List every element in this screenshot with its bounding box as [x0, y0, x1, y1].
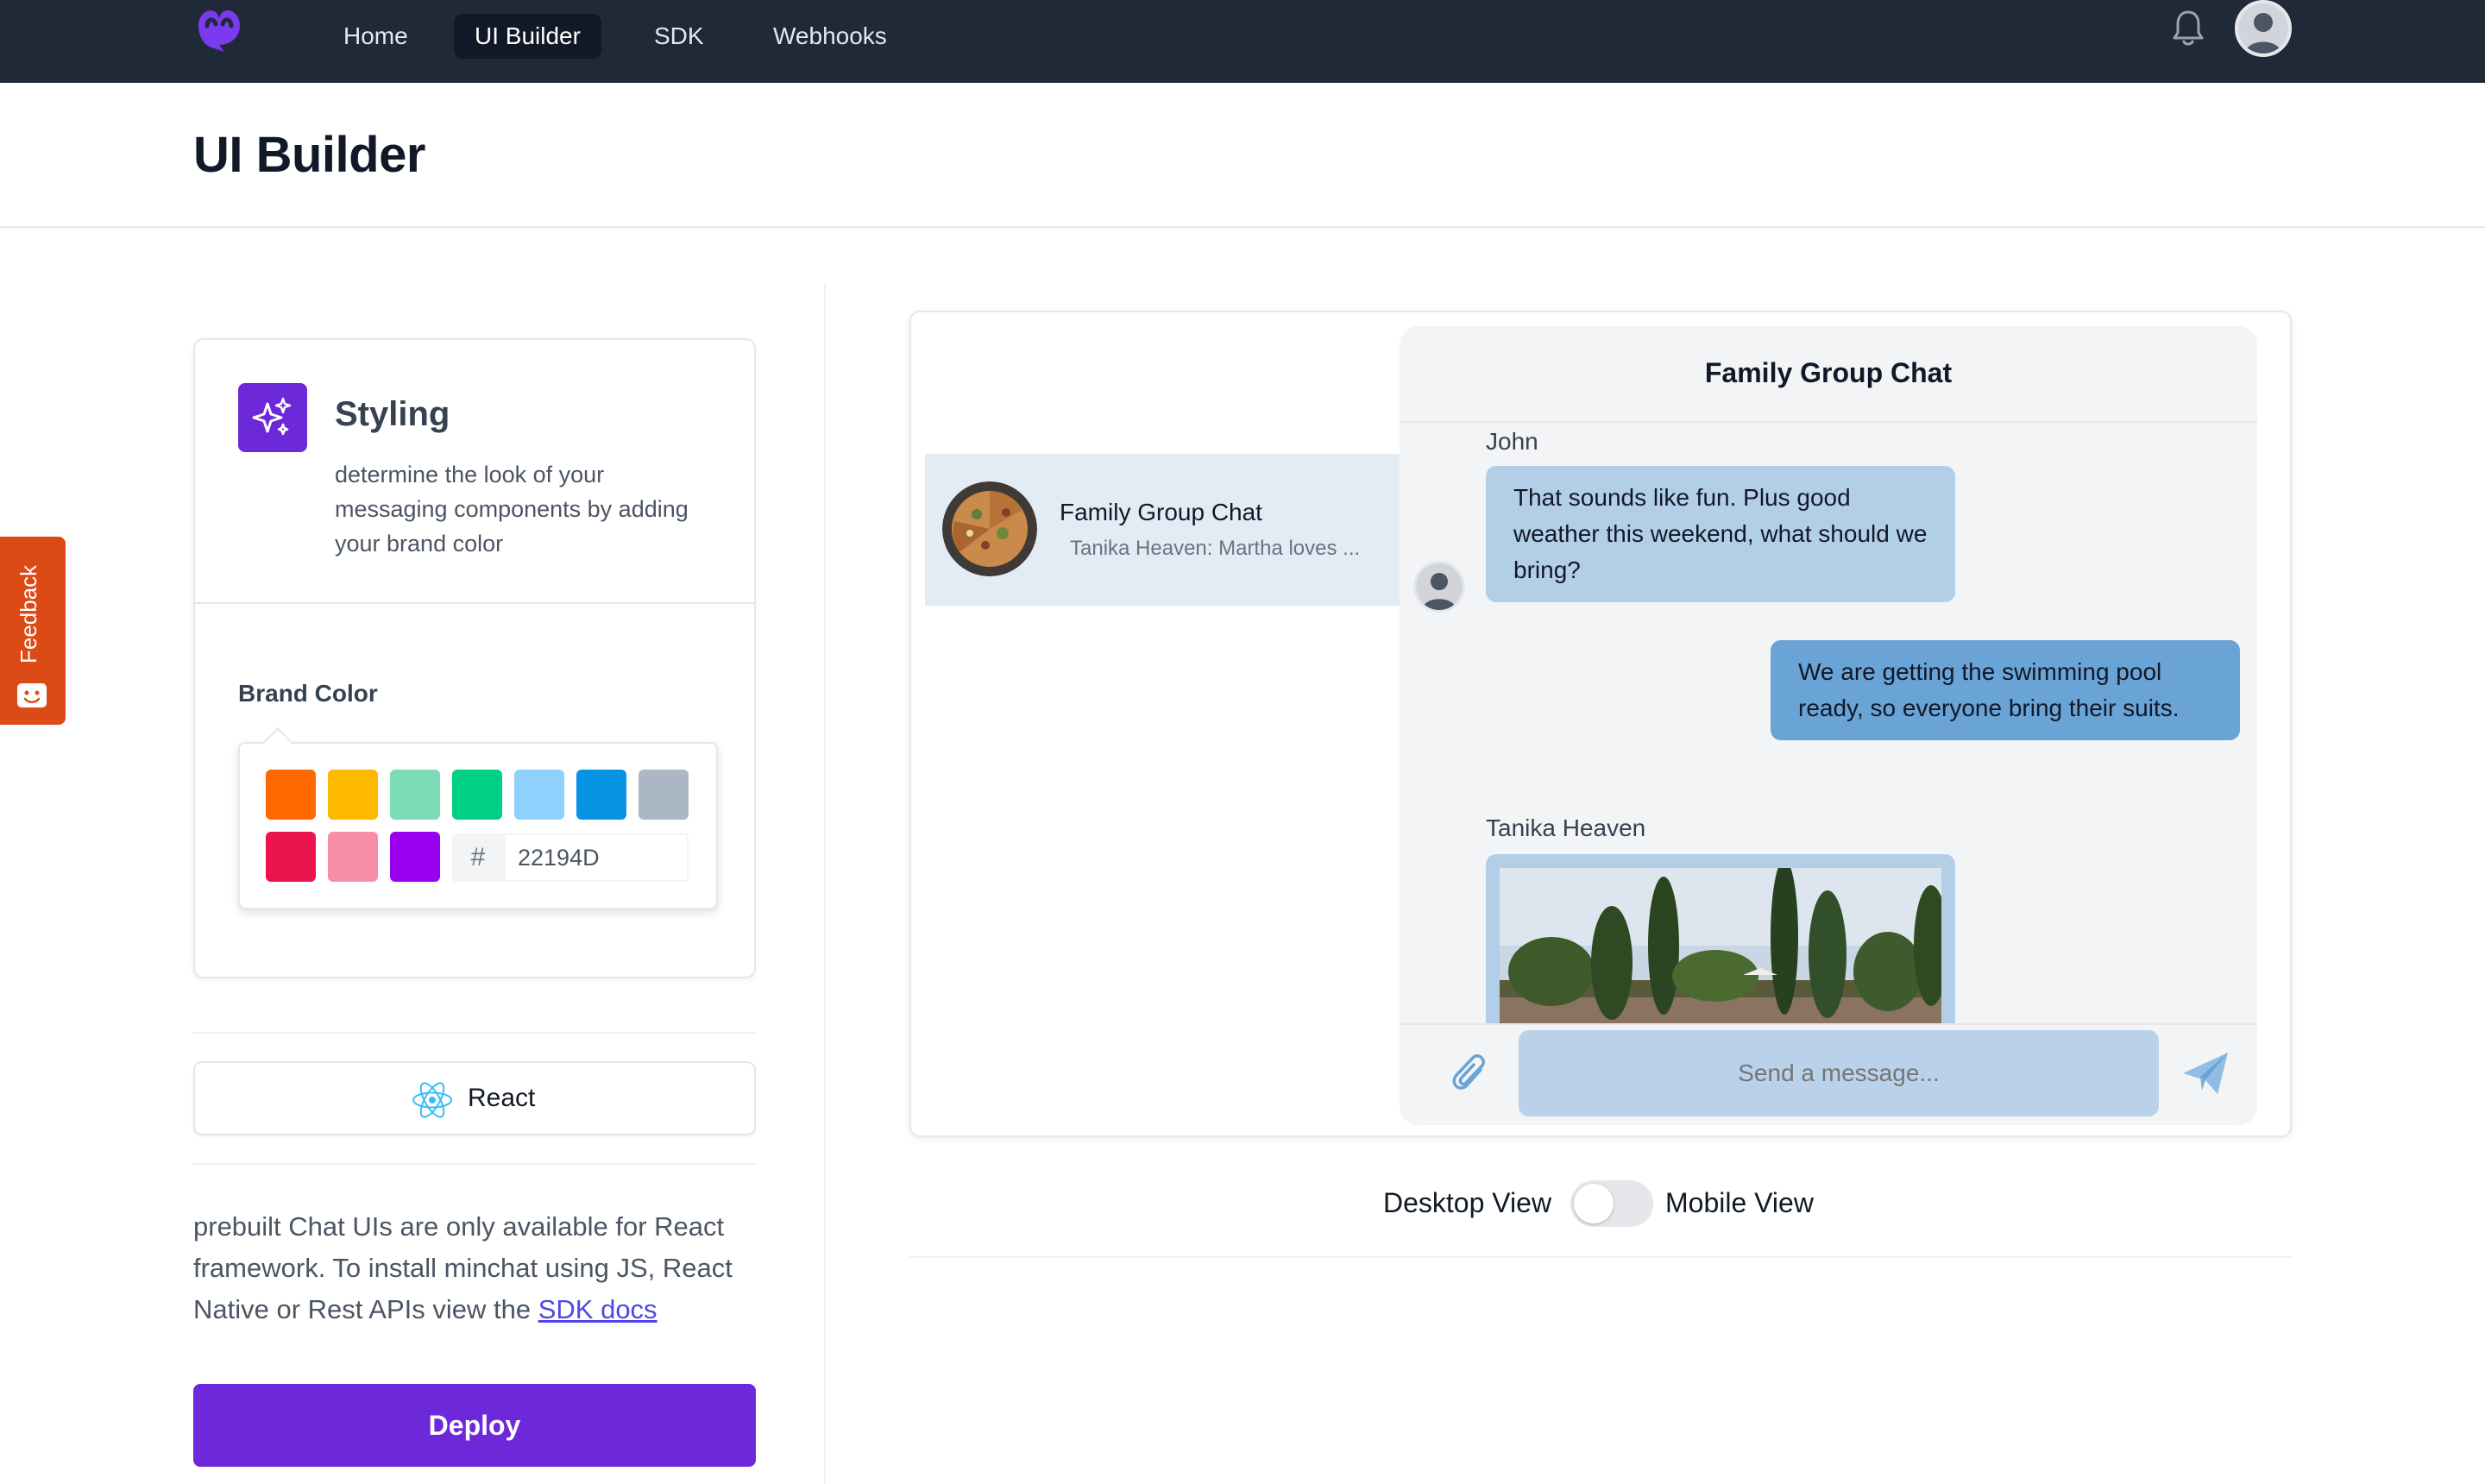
user-silhouette-icon [2238, 3, 2288, 53]
bell-icon[interactable] [2167, 7, 2209, 48]
styling-title: Styling [335, 395, 450, 433]
nav-sdk[interactable]: SDK [633, 14, 725, 59]
feedback-label: Feedback [16, 564, 41, 664]
styling-description: determine the look of your messaging com… [335, 462, 689, 556]
framework-info: prebuilt Chat UIs are only available for… [193, 1206, 780, 1330]
color-swatch[interactable] [639, 770, 689, 820]
chat-title: Family Group Chat [1704, 357, 1953, 388]
color-swatch[interactable] [266, 832, 316, 882]
chat-list-last-message: Tanika Heaven: Martha loves ... [1070, 537, 1361, 560]
top-navbar: Home UI Builder SDK Webhooks [0, 0, 2485, 83]
mobile-view-label: Mobile View [1665, 1187, 1814, 1218]
hex-color-input[interactable] [504, 833, 689, 882]
minchat-logo-icon[interactable] [192, 0, 247, 55]
brand-color-label: Brand Color [238, 680, 378, 707]
color-swatch[interactable] [390, 832, 440, 882]
sdk-docs-link[interactable]: SDK docs [538, 1294, 657, 1324]
color-swatch[interactable] [328, 770, 378, 820]
user-silhouette-icon [1416, 563, 1463, 610]
nav-home[interactable]: Home [323, 14, 429, 59]
color-swatch[interactable] [514, 770, 564, 820]
nav-ui-builder[interactable]: UI Builder [454, 14, 601, 59]
message-bubble-outgoing: We are getting the swimming pool ready, … [1771, 640, 2240, 740]
react-icon [412, 1082, 452, 1118]
styling-card: Styling determine the look of your messa… [193, 338, 756, 978]
preview-divider [909, 1256, 2292, 1258]
chat-window: Family Group Chat John That sounds like … [1400, 326, 2257, 1125]
message-sender: Tanika Heaven [1486, 814, 1646, 841]
page-title: UI Builder [193, 127, 425, 183]
picker-arrow [263, 727, 293, 757]
message-composer [1400, 1023, 2257, 1125]
send-icon[interactable] [2180, 1049, 2231, 1097]
garden-photo-image [1500, 859, 1948, 1032]
color-swatch[interactable] [266, 770, 316, 820]
chat-list-item[interactable]: Family Group Chat Tanika Heaven: Martha … [925, 454, 1401, 606]
color-picker: # [238, 727, 718, 909]
sparkles-icon [252, 397, 292, 436]
group-avatar [942, 481, 1037, 576]
nav-webhooks[interactable]: Webhooks [752, 14, 908, 59]
message-bubble-incoming: That sounds like fun. Plus good weather … [1486, 466, 1955, 602]
pizza-image-icon [942, 481, 1037, 576]
paperclip-icon[interactable] [1448, 1051, 1491, 1099]
toggle-knob [1574, 1184, 1614, 1223]
image-message [1486, 854, 1955, 1044]
color-swatch[interactable] [328, 832, 378, 882]
page-header: UI Builder [0, 83, 2485, 228]
chat-preview: Family Group Chat Tanika Heaven: Martha … [909, 311, 2292, 1137]
user-avatar[interactable] [2235, 0, 2292, 57]
view-toggle-row: Desktop View Mobile View [909, 1179, 2292, 1230]
chat-list-name: Family Group Chat [1060, 499, 1262, 525]
sender-avatar [1413, 561, 1465, 613]
deploy-button[interactable]: Deploy [193, 1384, 756, 1467]
column-divider [824, 283, 826, 1484]
chat-header: Family Group Chat [1400, 326, 2257, 423]
message-input[interactable] [1519, 1030, 2159, 1116]
desktop-view-label: Desktop View [1383, 1187, 1552, 1218]
color-swatch[interactable] [390, 770, 440, 820]
smile-chat-icon [17, 683, 47, 707]
view-mode-toggle[interactable] [1570, 1180, 1653, 1227]
hash-prefix: # [452, 833, 504, 882]
section-divider [193, 1032, 756, 1034]
styling-icon-box [238, 383, 307, 452]
feedback-tab[interactable]: Feedback [0, 537, 66, 725]
react-label: React [468, 1084, 536, 1112]
react-framework-button[interactable]: React [193, 1061, 756, 1135]
color-swatch[interactable] [452, 770, 502, 820]
message-sender: John [1486, 428, 1538, 455]
card-divider [195, 602, 754, 604]
color-swatch[interactable] [576, 770, 626, 820]
section-divider [193, 1163, 756, 1165]
